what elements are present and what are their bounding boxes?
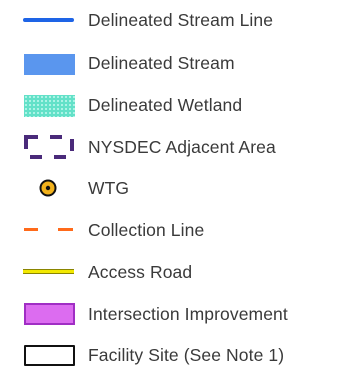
legend-item-facility-site: Facility Site (See Note 1) bbox=[0, 335, 363, 375]
turbine-point-icon bbox=[39, 179, 57, 197]
dashed-box-icon bbox=[24, 135, 74, 159]
legend-item-collection-line: Collection Line bbox=[0, 210, 363, 250]
legend-item-intersection: Intersection Improvement bbox=[0, 294, 363, 334]
legend-label: Delineated Wetland bbox=[88, 94, 243, 115]
legend-label: Facility Site (See Note 1) bbox=[88, 344, 285, 365]
access-road-symbol bbox=[0, 252, 88, 292]
legend-label: Collection Line bbox=[88, 219, 205, 240]
stream-fill-symbol bbox=[0, 43, 88, 83]
facility-site-symbol bbox=[0, 335, 88, 375]
legend-item-stream: Delineated Stream bbox=[0, 43, 363, 83]
collection-line-symbol bbox=[0, 210, 88, 250]
legend-label: Access Road bbox=[88, 261, 193, 282]
legend-item-stream-line: Delineated Stream Line bbox=[0, 0, 363, 40]
map-legend: Delineated Stream Line Delineated Stream… bbox=[0, 0, 363, 371]
legend-label: Delineated Stream bbox=[88, 52, 235, 73]
legend-label: Delineated Stream Line bbox=[88, 9, 274, 30]
stream-line-symbol bbox=[0, 0, 88, 40]
intersection-fill-symbol bbox=[0, 294, 88, 334]
legend-item-adjacent-area: NYSDEC Adjacent Area bbox=[0, 127, 363, 167]
wetland-pattern-symbol bbox=[0, 85, 88, 125]
legend-item-wtg: WTG bbox=[0, 168, 363, 208]
legend-label: Intersection Improvement bbox=[88, 303, 288, 324]
wtg-symbol bbox=[0, 168, 88, 208]
legend-item-access-road: Access Road bbox=[0, 252, 363, 292]
adjacent-area-dashed-symbol bbox=[0, 127, 88, 167]
legend-label: NYSDEC Adjacent Area bbox=[88, 136, 276, 157]
legend-item-wetland: Delineated Wetland bbox=[0, 85, 363, 125]
legend-label: WTG bbox=[88, 177, 130, 198]
